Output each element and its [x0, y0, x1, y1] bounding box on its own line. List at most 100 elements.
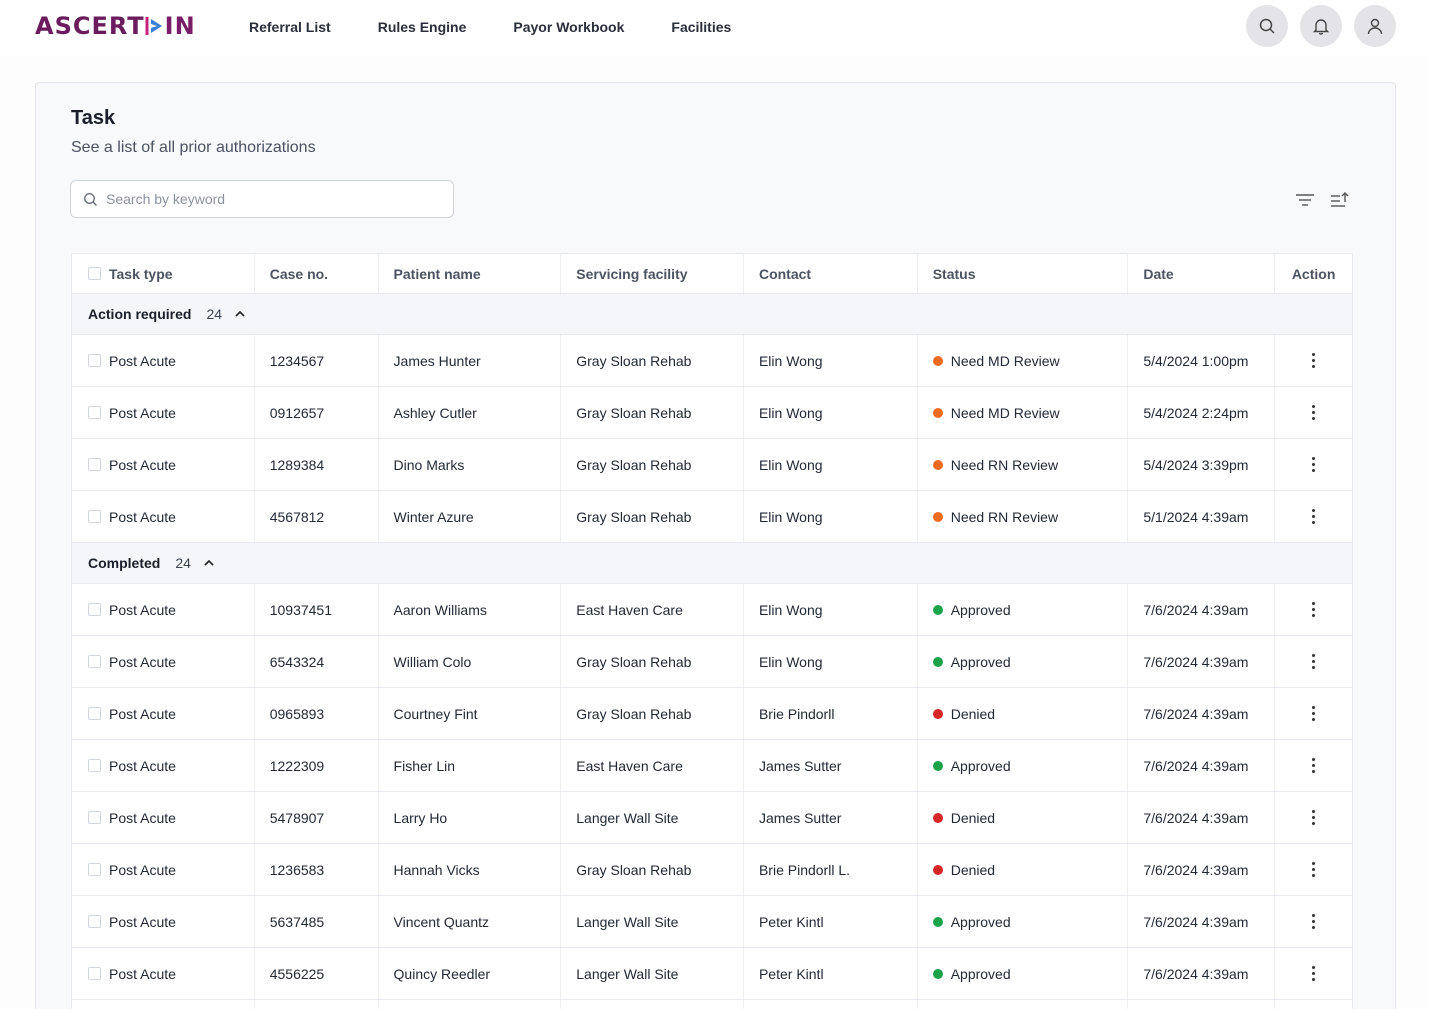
row-checkbox[interactable] — [88, 967, 101, 980]
table-row[interactable]: Post Acute 5637485 Vincent Quantz Langer Wa… — [72, 896, 1352, 948]
cell-servicing-facility — [561, 1000, 744, 1009]
status-text: Denied — [950, 705, 996, 722]
user-profile-button[interactable] — [1354, 5, 1396, 47]
row-checkbox[interactable] — [88, 406, 101, 419]
table-row[interactable]: Post Acute 6543324 William Colo Gray Sloan … — [72, 636, 1352, 688]
cell-status: Approved — [918, 584, 1129, 635]
task-type-text: Post Acute — [109, 456, 176, 473]
cell-contact: Peter Kintl — [744, 948, 918, 999]
user-icon — [1367, 18, 1383, 35]
table-row[interactable]: Post Acute 4556225 Quincy Reedler Langer Wa… — [72, 948, 1352, 1000]
cell-case-no: 1234567 — [255, 335, 379, 386]
header-servicing-facility[interactable]: Servicing facility — [561, 254, 744, 293]
cell-contact: James Sutter — [744, 792, 918, 843]
table-row[interactable]: Post Acute 1289384 Dino Marks Gray Sloan Re… — [72, 439, 1352, 491]
row-actions-menu-icon[interactable] — [1312, 353, 1316, 368]
task-type-text: Post Acute — [109, 757, 176, 774]
row-checkbox[interactable] — [88, 811, 101, 824]
cell-date: 7/6/2024 4:39am — [1128, 948, 1276, 999]
table-row[interactable]: Post Acute 1234567 James Hunter Gray Sloan … — [72, 335, 1352, 387]
row-actions-menu-icon[interactable] — [1312, 706, 1316, 721]
row-actions-menu-icon[interactable] — [1312, 405, 1316, 420]
cell-action — [1275, 1000, 1352, 1009]
row-checkbox[interactable] — [88, 707, 101, 720]
cell-date — [1128, 1000, 1276, 1009]
cell-contact: Elin Wong — [744, 387, 918, 438]
nav-referral-list[interactable]: Referral List — [249, 18, 331, 36]
cell-status: Approved — [918, 740, 1129, 791]
table-row[interactable]: Post Acute 10937451 Aaron Williams East Hav… — [72, 584, 1352, 636]
notifications-button[interactable] — [1300, 5, 1342, 47]
cell-action — [1275, 387, 1352, 438]
cell-date: 5/4/2024 1:00pm — [1128, 335, 1276, 386]
header-status[interactable]: Status — [918, 254, 1129, 293]
row-checkbox[interactable] — [88, 603, 101, 616]
row-actions-menu-icon[interactable] — [1312, 862, 1316, 877]
group-collapse-button[interactable] — [234, 310, 246, 318]
filter-icon — [1296, 194, 1314, 206]
cell-task-type: Post Acute — [72, 636, 255, 687]
task-type-text: Post Acute — [109, 601, 176, 618]
row-checkbox[interactable] — [88, 510, 101, 523]
select-all-checkbox[interactable] — [88, 267, 101, 280]
header-date[interactable]: Date — [1128, 254, 1276, 293]
task-card: Task See a list of all prior authorizati… — [35, 82, 1396, 1009]
row-actions-menu-icon[interactable] — [1312, 966, 1316, 981]
cell-task-type: Post Acute — [72, 439, 255, 490]
cell-case-no: 5478907 — [255, 792, 379, 843]
cell-case-no: 1236583 — [255, 844, 379, 895]
group-header: Action required 24 — [72, 294, 1352, 335]
cell-date: 7/6/2024 4:39am — [1128, 792, 1276, 843]
search-icon — [1259, 18, 1275, 34]
table-row[interactable]: Post Acute 0965893 Courtney Fint Gray Sloan… — [72, 688, 1352, 740]
header-case-no[interactable]: Case no. — [255, 254, 379, 293]
table-row[interactable]: Post Acute 1236583 Hannah Vicks Gray Sloan … — [72, 844, 1352, 896]
cell-servicing-facility: Langer Wall Site — [561, 948, 744, 999]
row-checkbox[interactable] — [88, 915, 101, 928]
brand-logo[interactable]: ASCERT IN — [35, 12, 196, 40]
search-input[interactable] — [106, 191, 436, 207]
row-checkbox[interactable] — [88, 655, 101, 668]
row-checkbox[interactable] — [88, 863, 101, 876]
cell-task-type: Post Acute — [72, 387, 255, 438]
status-dot — [932, 656, 943, 667]
row-checkbox[interactable] — [88, 458, 101, 471]
cell-task-type: Post Acute — [72, 792, 255, 843]
task-type-text: Post Acute — [109, 913, 176, 930]
row-actions-menu-icon[interactable] — [1312, 914, 1316, 929]
cell-status: Need MD Review — [918, 387, 1129, 438]
cell-servicing-facility: Gray Sloan Rehab — [561, 491, 744, 542]
table-row[interactable]: Post Acute 4567812 Winter Azure Gray Sloan … — [72, 491, 1352, 543]
row-checkbox[interactable] — [88, 759, 101, 772]
table-row[interactable]: Post Acute 1222309 Fisher Lin East Haven Ca… — [72, 740, 1352, 792]
nav-facilities[interactable]: Facilities — [671, 18, 731, 36]
cell-case-no: 5637485 — [255, 896, 379, 947]
table-row[interactable] — [72, 1000, 1352, 1009]
sort-button[interactable] — [1328, 190, 1352, 212]
task-type-text: Post Acute — [109, 861, 176, 878]
header-contact[interactable]: Contact — [744, 254, 918, 293]
row-actions-menu-icon[interactable] — [1312, 758, 1316, 773]
table-row[interactable]: Post Acute 0912657 Ashley Cutler Gray Sloan… — [72, 387, 1352, 439]
cell-task-type: Post Acute — [72, 688, 255, 739]
row-actions-menu-icon[interactable] — [1312, 602, 1316, 617]
cell-action — [1275, 636, 1352, 687]
group-collapse-button[interactable] — [203, 559, 215, 567]
row-actions-menu-icon[interactable] — [1312, 654, 1316, 669]
status-dot — [932, 355, 943, 366]
row-checkbox[interactable] — [88, 354, 101, 367]
nav-rules-engine[interactable]: Rules Engine — [378, 18, 467, 36]
header-search-button[interactable] — [1246, 5, 1288, 47]
cell-servicing-facility: Gray Sloan Rehab — [561, 439, 744, 490]
nav-payor-workbook[interactable]: Payor Workbook — [513, 18, 624, 36]
header-patient-name[interactable]: Patient name — [379, 254, 562, 293]
row-actions-menu-icon[interactable] — [1312, 457, 1316, 472]
table-row[interactable]: Post Acute 5478907 Larry Ho Langer Wall Sit… — [72, 792, 1352, 844]
cell-servicing-facility: East Haven Care — [561, 584, 744, 635]
row-actions-menu-icon[interactable] — [1312, 509, 1316, 524]
cell-action — [1275, 439, 1352, 490]
row-actions-menu-icon[interactable] — [1312, 810, 1316, 825]
cell-contact: Peter Kintl — [744, 896, 918, 947]
cell-task-type — [72, 1000, 255, 1009]
filter-button[interactable] — [1293, 190, 1317, 212]
